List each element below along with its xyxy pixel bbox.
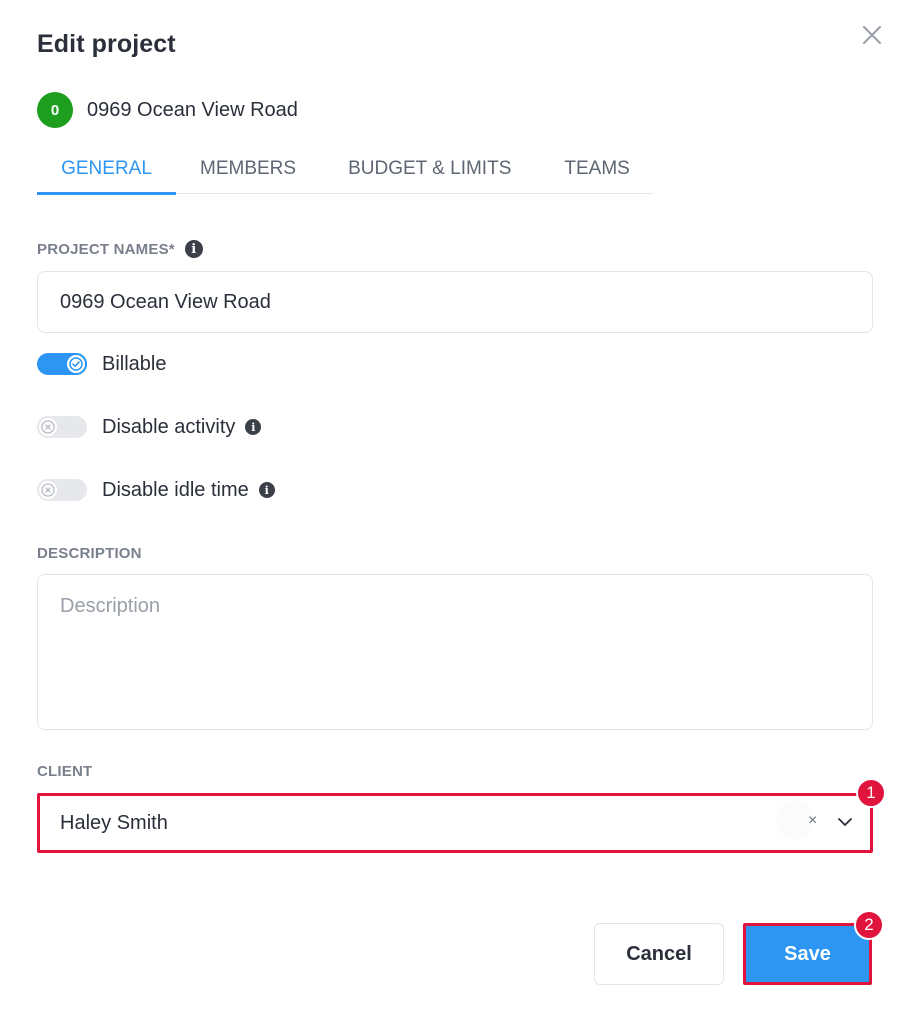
cancel-button[interactable]: Cancel (594, 923, 724, 985)
description-textarea[interactable]: Description (37, 574, 873, 730)
billable-label: Billable (102, 352, 167, 375)
client-select-value: Haley Smith (60, 811, 168, 834)
dialog-title: Edit project (37, 30, 176, 58)
disable-idle-time-toggle[interactable] (37, 479, 87, 501)
description-label: DESCRIPTION (37, 545, 142, 562)
billable-toggle-row[interactable]: Billable (37, 349, 166, 379)
tab-teams[interactable]: TEAMS (564, 150, 629, 194)
clear-icon[interactable]: × (808, 812, 817, 830)
info-icon: i (258, 482, 275, 498)
billable-toggle[interactable] (37, 353, 87, 375)
disable-activity-toggle-row[interactable]: Disable activity i (37, 412, 262, 442)
close-icon[interactable] (859, 22, 885, 48)
tab-members[interactable]: MEMBERS (200, 150, 296, 194)
disable-activity-toggle[interactable] (37, 416, 87, 438)
disable-activity-label: Disable activity i (102, 415, 262, 439)
disable-idle-time-label: Disable idle time i (102, 479, 275, 502)
x-circle-icon (37, 416, 59, 438)
project-header: 0 0969 Ocean View Road (37, 92, 298, 128)
disable-idle-time-toggle-row[interactable]: Disable idle time i (37, 475, 275, 505)
disable-activity-label-text: Disable activity (102, 415, 236, 438)
check-icon (65, 353, 87, 375)
client-label: CLIENT (37, 763, 93, 780)
info-icon: i (245, 419, 262, 435)
step-marker-1: 1 (856, 778, 886, 808)
project-names-label-text: PROJECT NAMES* (37, 240, 175, 258)
project-avatar: 0 (37, 92, 73, 128)
info-icon: i (184, 240, 203, 258)
save-button[interactable]: Save (743, 923, 872, 985)
chevron-down-icon[interactable] (835, 811, 855, 831)
project-names-label: PROJECT NAMES* i (37, 240, 203, 258)
tab-general[interactable]: GENERAL (37, 150, 176, 195)
project-header-name: 0969 Ocean View Road (87, 98, 298, 121)
project-name-input[interactable]: 0969 Ocean View Road (37, 271, 873, 333)
tab-budget-limits[interactable]: BUDGET & LIMITS (348, 150, 511, 194)
disable-idle-time-label-text: Disable idle time (102, 478, 249, 501)
client-select[interactable]: Haley Smith × (37, 793, 873, 853)
x-circle-icon (37, 479, 59, 501)
step-marker-2: 2 (854, 910, 884, 940)
tab-bar: GENERAL MEMBERS BUDGET & LIMITS TEAMS (37, 150, 653, 195)
